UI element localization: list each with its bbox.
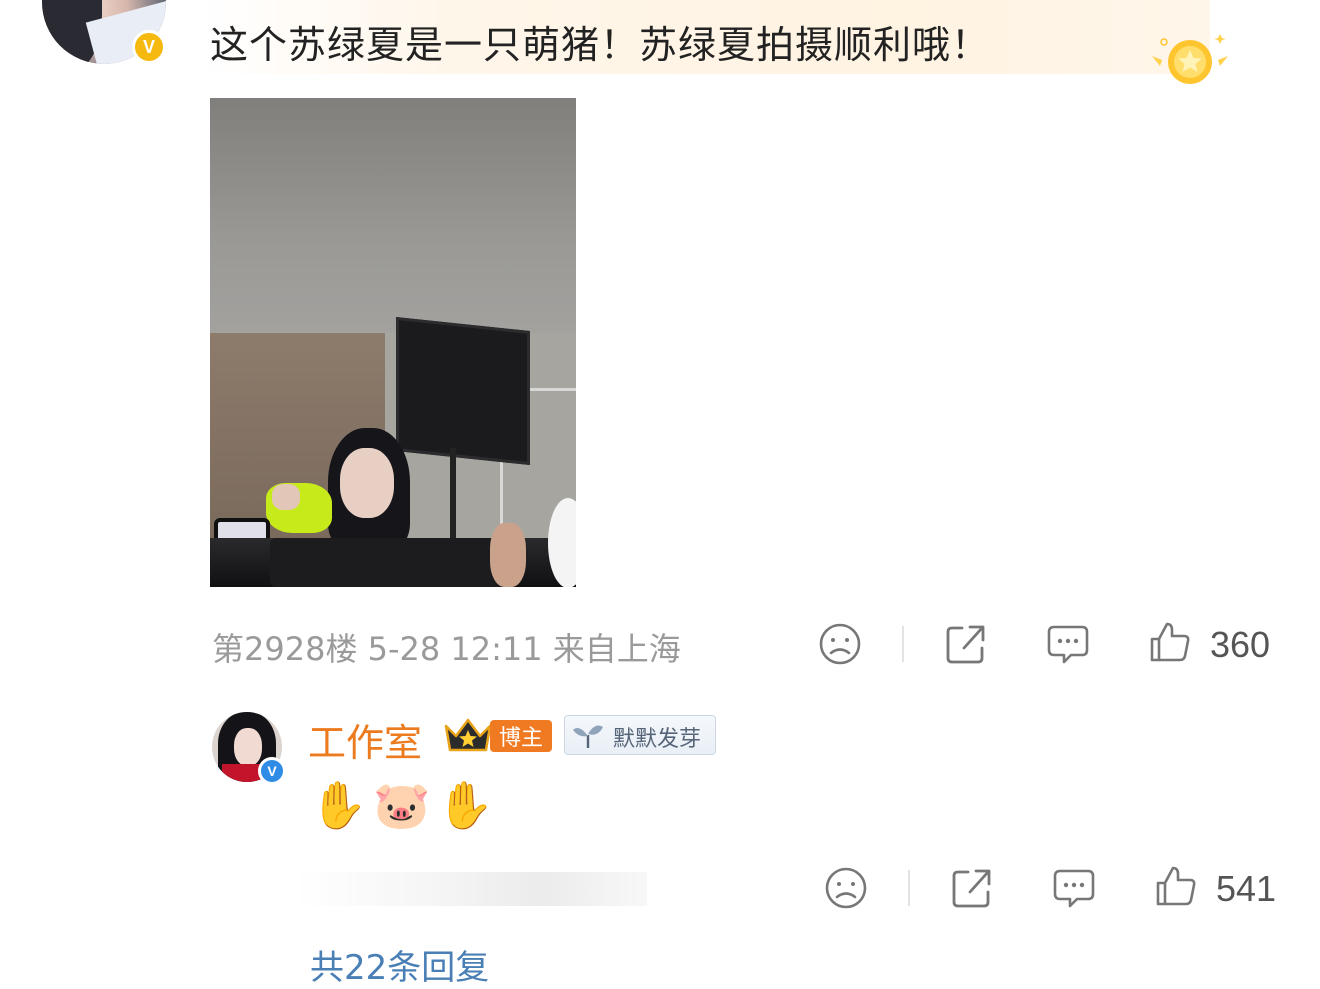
fan-badge: 默默发芽 [564, 715, 716, 755]
thumbs-up-icon[interactable] [1148, 620, 1192, 664]
share-icon[interactable] [944, 622, 988, 666]
medal-icon [1152, 34, 1228, 84]
verified-badge-icon: V [258, 757, 286, 785]
thumbs-up-icon[interactable] [1154, 864, 1198, 908]
crown-icon [444, 718, 492, 752]
sprout-icon [573, 725, 603, 748]
share-icon[interactable] [950, 866, 994, 910]
blurred-meta [295, 872, 647, 906]
sad-face-icon[interactable] [818, 622, 862, 666]
comment-meta: 第2928楼 5-28 12:11 来自上海 [212, 630, 681, 668]
comment-photo[interactable] [210, 98, 576, 587]
sad-face-icon[interactable] [824, 866, 868, 910]
blogger-badge-label: 博主 [490, 720, 552, 752]
verified-badge-icon: V [132, 30, 166, 64]
fan-badge-label: 默默发芽 [613, 727, 702, 752]
reply-author-name[interactable]: 工作室 [308, 712, 422, 767]
reply-text: ✋🐷✋ [310, 778, 500, 832]
comment-icon[interactable] [1046, 622, 1090, 666]
blogger-badge: 博主 [442, 714, 554, 756]
action-divider [902, 626, 904, 662]
comment-icon[interactable] [1052, 866, 1096, 910]
like-count: 541 [1216, 868, 1277, 909]
like-count: 360 [1210, 624, 1271, 665]
comment-text: 这个苏绿夏是一只萌猪！苏绿夏拍摄顺利哦！ [210, 23, 991, 67]
more-replies-link[interactable]: 共22条回复 [310, 940, 489, 989]
action-divider [908, 870, 910, 906]
